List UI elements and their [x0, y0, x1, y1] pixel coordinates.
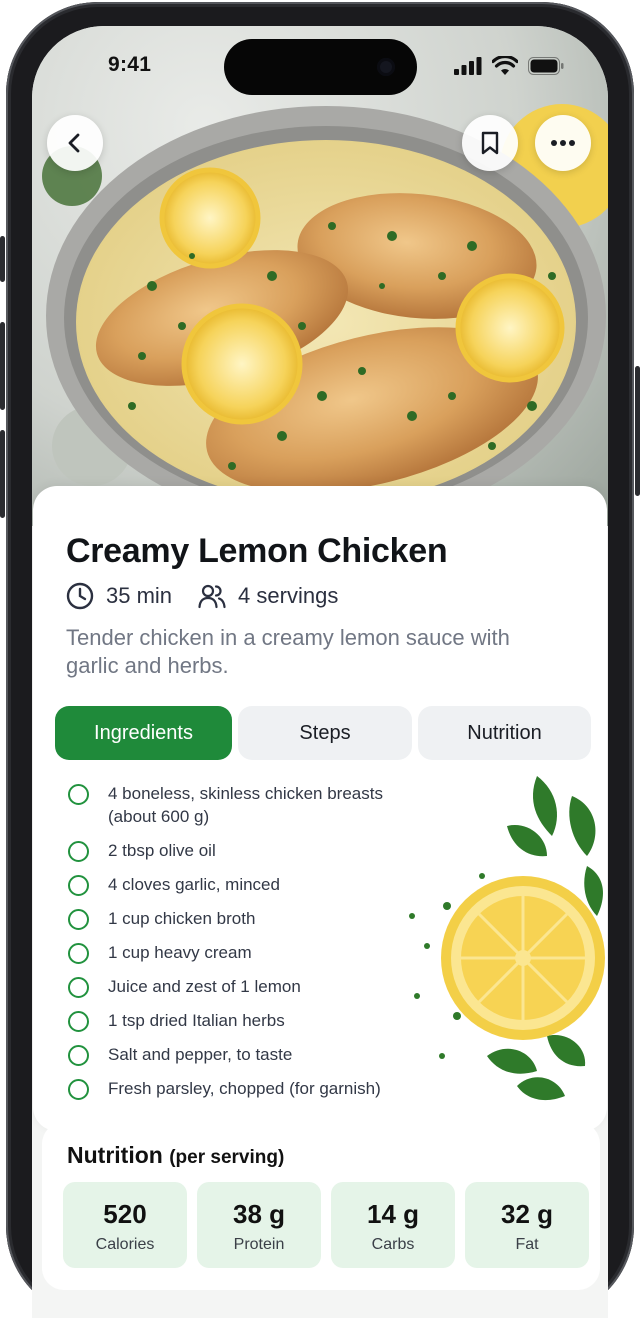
recipe-tabs: Ingredients Steps Nutrition: [55, 706, 591, 762]
app-screen: 9:41 Creamy Lemon Chicken 35 min 4 servi…: [32, 26, 608, 1318]
tab-ingredients[interactable]: Ingredients: [55, 706, 232, 760]
nutrition-stats: 520 Calories 38 g Protein 14 g Carbs 32 …: [63, 1182, 589, 1268]
status-bar: 9:41: [32, 26, 608, 104]
check-circle-icon[interactable]: [68, 1011, 89, 1032]
check-circle-icon[interactable]: [68, 784, 89, 805]
prep-time-text: 35 min: [106, 583, 173, 608]
nutrition-subtitle: (per serving): [169, 1147, 285, 1168]
nutrition-protein: 38 g Protein: [197, 1182, 321, 1268]
nutrition-value: 14 g: [366, 1199, 420, 1229]
ingredient-item[interactable]: 4 boneless, skinless chicken breasts (ab…: [68, 782, 428, 828]
clock-icon: [66, 582, 94, 610]
nutrition-value: 38 g: [232, 1199, 286, 1229]
bookmark-icon: [481, 131, 499, 155]
nutrition-value: 32 g: [500, 1199, 554, 1229]
ingredient-item[interactable]: Fresh parsley, chopped (for garnish): [68, 1077, 428, 1100]
ingredient-item[interactable]: 1 cup chicken broth: [68, 907, 428, 930]
ingredient-text: 1 cup chicken broth: [108, 909, 256, 928]
volume-up-button: [0, 322, 5, 410]
ingredient-item[interactable]: Juice and zest of 1 lemon: [68, 975, 428, 998]
nutrition-card: Nutrition (per serving) 520 Calories 38 …: [42, 1122, 600, 1290]
prep-time: 35 min: [66, 582, 172, 610]
recipe-details-card: Creamy Lemon Chicken 35 min 4 servings T…: [33, 486, 607, 1131]
side-button: [0, 236, 5, 282]
nutrition-value: 520: [103, 1199, 147, 1229]
nutrition-calories: 520 Calories: [63, 1182, 187, 1268]
ingredient-item[interactable]: 2 tbsp olive oil: [68, 839, 428, 862]
recipe-title: Creamy Lemon Chicken: [66, 532, 448, 570]
ingredient-item[interactable]: 4 cloves garlic, minced: [68, 873, 428, 896]
ingredient-text: 4 cloves garlic, minced: [108, 875, 280, 894]
check-circle-icon[interactable]: [68, 977, 89, 998]
nutrition-label: Calories: [95, 1236, 155, 1253]
ingredient-item[interactable]: 1 cup heavy cream: [68, 941, 428, 964]
tab-steps[interactable]: Steps: [238, 706, 412, 760]
front-camera: [377, 58, 395, 76]
wifi-icon: [492, 56, 518, 75]
check-circle-icon[interactable]: [68, 1079, 89, 1100]
signal-icon: [454, 56, 482, 75]
dynamic-island: [224, 39, 417, 95]
status-time: 9:41: [108, 53, 152, 76]
more-options-button[interactable]: [535, 115, 591, 171]
nutrition-label: Protein: [233, 1236, 285, 1253]
ingredient-text: 2 tbsp olive oil: [108, 841, 216, 860]
ingredient-text: 4 boneless, skinless chicken breasts (ab…: [108, 784, 383, 826]
users-icon: [198, 584, 226, 609]
nutrition-title: Nutrition: [67, 1142, 163, 1168]
servings-text: 4 servings: [238, 583, 339, 608]
ingredient-item[interactable]: 1 tsp dried Italian herbs: [68, 1009, 428, 1032]
battery-icon: [528, 56, 564, 75]
tab-nutrition[interactable]: Nutrition: [418, 706, 591, 760]
back-icon: [68, 133, 80, 153]
nutrition-heading: Nutrition (per serving): [67, 1142, 284, 1169]
check-circle-icon[interactable]: [68, 1045, 89, 1066]
nutrition-carbs: 14 g Carbs: [331, 1182, 455, 1268]
recipe-description: Tender chicken in a creamy lemon sauce w…: [66, 625, 510, 678]
volume-down-button: [0, 430, 5, 518]
status-icons: [454, 56, 564, 75]
nutrition-label: Carbs: [371, 1236, 415, 1253]
back-button[interactable]: [47, 115, 103, 171]
more-icon: [551, 140, 575, 146]
ingredient-text: 1 tsp dried Italian herbs: [108, 1011, 285, 1030]
ingredients-list: 4 boneless, skinless chicken breasts (ab…: [68, 782, 428, 1100]
nutrition-fat: 32 g Fat: [465, 1182, 589, 1268]
check-circle-icon[interactable]: [68, 943, 89, 964]
ingredient-item[interactable]: Salt and pepper, to taste: [68, 1043, 428, 1066]
check-circle-icon[interactable]: [68, 875, 89, 896]
nutrition-label: Fat: [515, 1236, 539, 1253]
ingredient-text: 1 cup heavy cream: [108, 943, 252, 962]
recipe-meta: 35 min 4 servings: [66, 582, 364, 610]
power-button: [635, 366, 640, 496]
servings: 4 servings: [198, 583, 338, 609]
bookmark-button[interactable]: [462, 115, 518, 171]
check-circle-icon[interactable]: [68, 841, 89, 862]
ingredient-text: Juice and zest of 1 lemon: [108, 977, 301, 996]
check-circle-icon[interactable]: [68, 909, 89, 930]
ingredient-text: Salt and pepper, to taste: [108, 1045, 293, 1064]
ingredient-text: Fresh parsley, chopped (for garnish): [108, 1079, 381, 1098]
